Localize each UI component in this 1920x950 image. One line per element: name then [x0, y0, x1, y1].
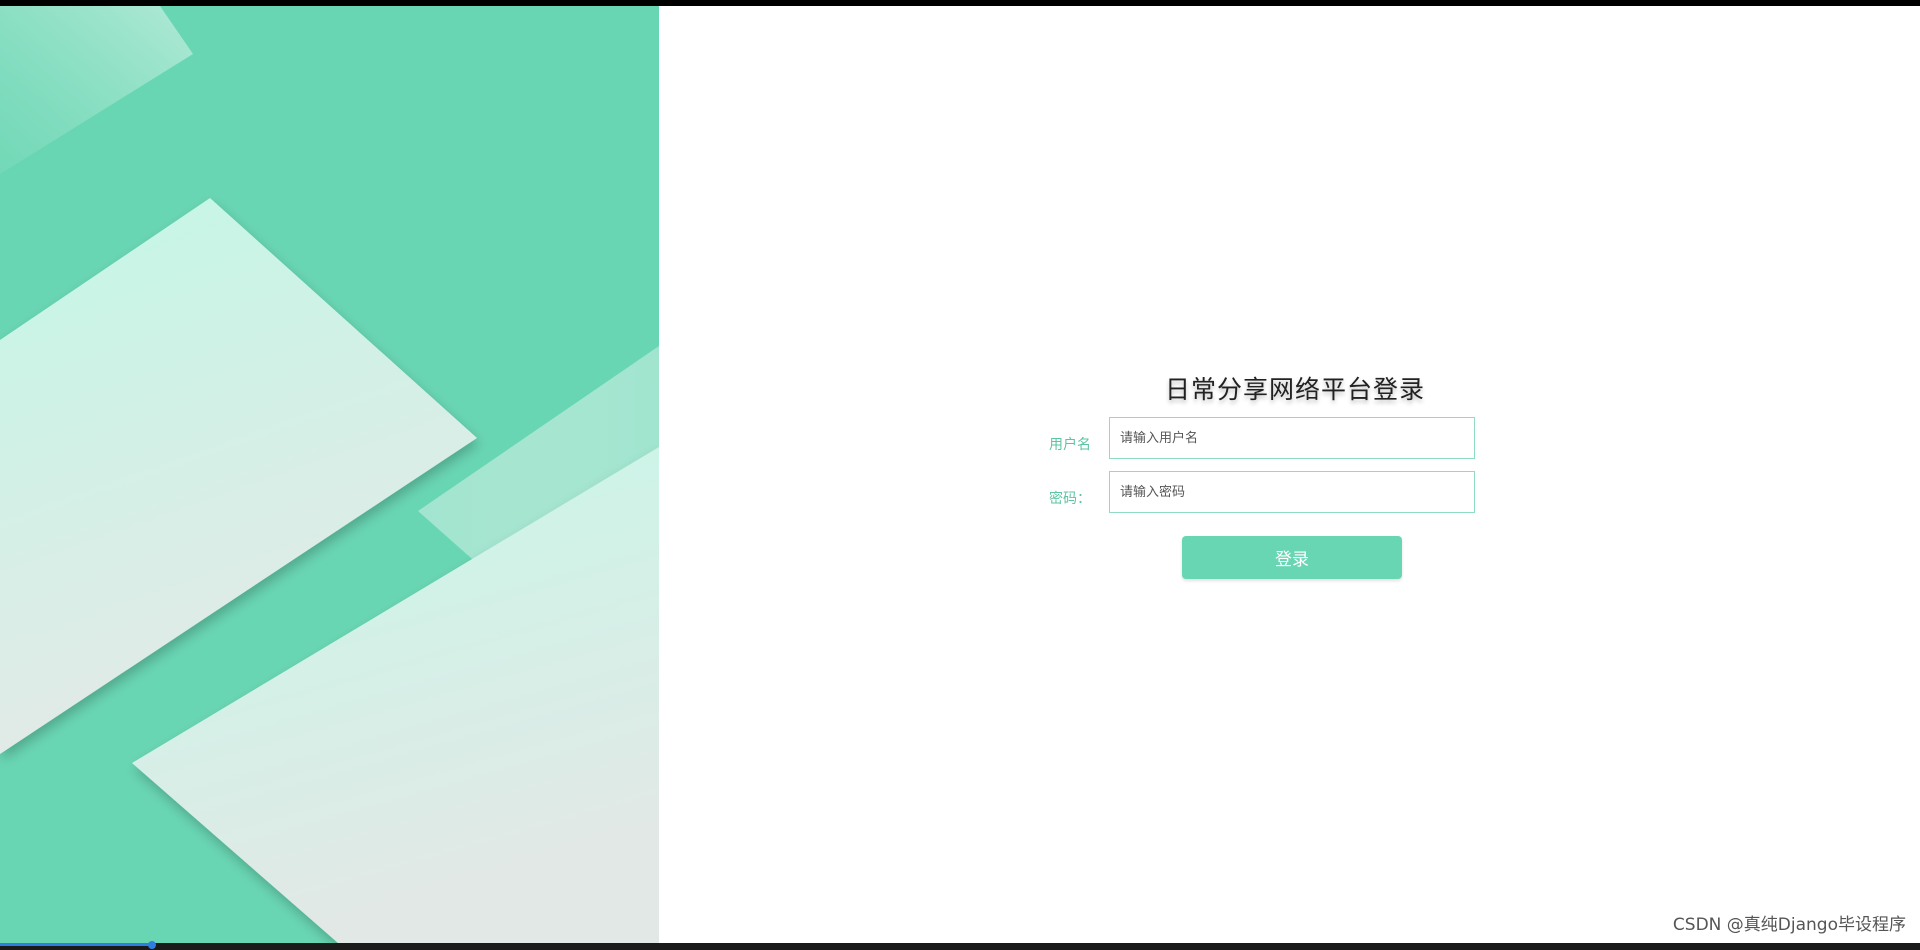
progress-handle[interactable] — [148, 941, 156, 949]
username-label: 用户名 — [1049, 437, 1091, 453]
decor-shape-top — [0, 6, 193, 174]
password-label: 密码： — [1049, 491, 1091, 507]
decorative-background-panel — [0, 6, 659, 943]
login-title: 日常分享网络平台登录 — [1164, 375, 1425, 404]
geometric-background-art — [0, 6, 659, 943]
username-input[interactable] — [1109, 417, 1475, 459]
progress-fill — [0, 943, 153, 946]
login-button[interactable]: 登录 — [1182, 536, 1402, 579]
watermark: CSDN @真纯Django毕设程序 — [1672, 915, 1906, 935]
browser-viewport: 日常分享网络平台登录 用户名 密码： 登录 CSDN @真纯Django毕设程序 — [0, 6, 1920, 943]
password-input[interactable] — [1109, 471, 1475, 513]
video-progress-bar[interactable] — [0, 941, 1920, 950]
